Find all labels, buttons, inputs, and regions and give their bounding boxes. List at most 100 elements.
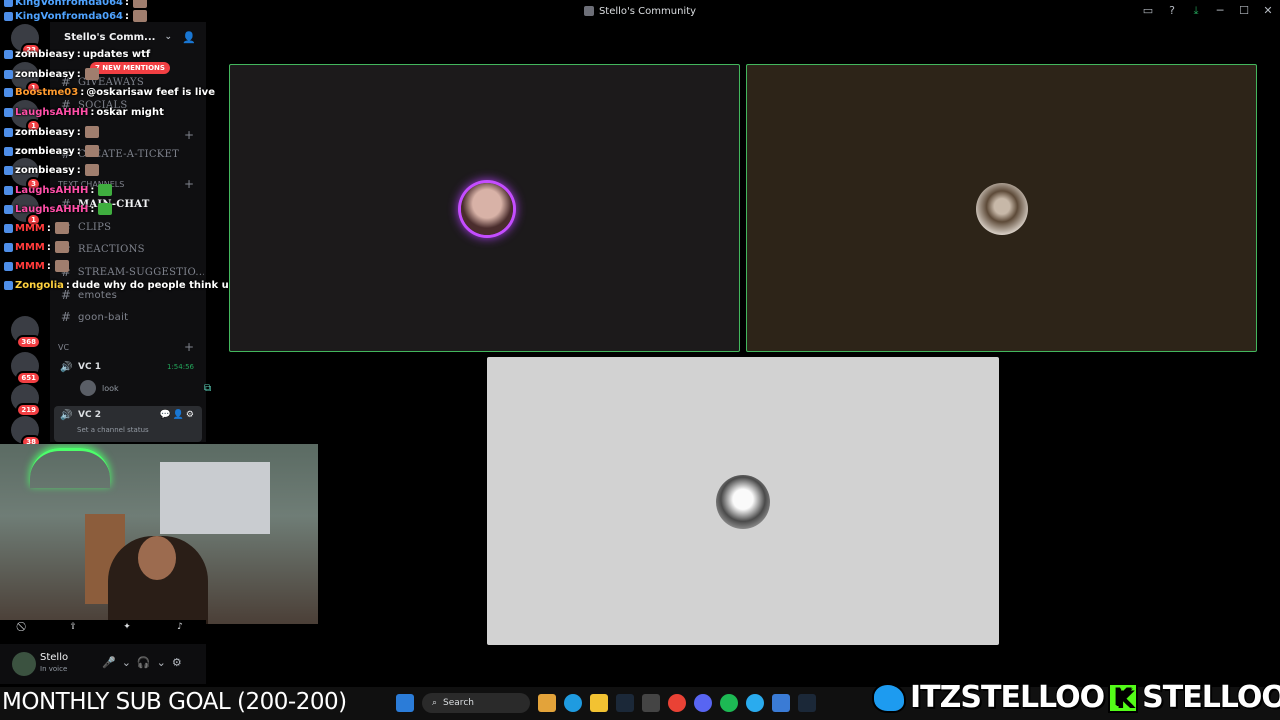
channel-tools[interactable]: 💬👤⚙: [160, 410, 196, 420]
chat-badge-icon: [4, 146, 13, 156]
user-name: Stello: [40, 652, 69, 663]
chat-username: zombieasy: [15, 49, 75, 60]
chat-separator: :: [76, 68, 81, 80]
chat-emote-icon: [54, 241, 69, 253]
discord-icon: [583, 6, 594, 16]
chat-separator: :: [90, 203, 95, 215]
chat-message: Boostme03 : @oskarisaw feef is live: [4, 87, 215, 98]
chat-separator: :: [46, 222, 51, 234]
chat-username: MMM: [15, 241, 45, 253]
windows-start-icon[interactable]: [396, 694, 414, 712]
server-icon[interactable]: 219: [11, 384, 41, 417]
chat-badge-icon: [4, 50, 13, 59]
window-controls: ▭ ? ⤓ ─ ☐ ✕: [1136, 0, 1280, 22]
chat-message: MMM :: [4, 241, 69, 253]
chat-message: LaughsAHHH :: [4, 184, 113, 196]
chat-badge-icon: [4, 69, 13, 79]
steam-icon[interactable]: [798, 694, 816, 712]
voice-tile[interactable]: [229, 64, 740, 352]
chat-badge-icon: [4, 261, 13, 271]
chat-separator: :: [46, 241, 51, 253]
chat-emote-icon: [133, 0, 147, 8]
search-input[interactable]: ⌕ Search: [422, 693, 530, 713]
inbox-icon[interactable]: ▭: [1136, 0, 1160, 22]
stream-chat-overlay: KingVonfromda064 : KingVonfromda064 : zo…: [0, 0, 269, 300]
chat-badge-icon: [4, 281, 13, 290]
chat-separator: :: [125, 0, 129, 8]
discord-taskbar-icon[interactable]: [694, 694, 712, 712]
chat-badge-icon: [4, 88, 13, 97]
audio-controls[interactable]: 🎤⌄🎧⌄⚙: [102, 656, 188, 669]
chat-badge-icon: [4, 108, 13, 117]
server-icon[interactable]: 651: [11, 352, 41, 385]
chat-message: zombieasy : updates wtf: [4, 49, 150, 60]
file-explorer-icon[interactable]: [590, 694, 608, 712]
taskbar-icons: ⌕ Search: [396, 693, 816, 713]
chat-username: LaughsAHHH: [15, 107, 89, 118]
close-button[interactable]: ✕: [1256, 0, 1280, 22]
chat-emote-icon: [84, 68, 99, 80]
voice-channel-vc1[interactable]: 🔊 VC 1 1:54:56: [54, 356, 202, 378]
chat-separator: :: [80, 87, 85, 98]
category-voice[interactable]: VC: [58, 343, 69, 352]
activities-icon[interactable]: ✦: [123, 622, 131, 632]
add-voice-channel-icon[interactable]: +: [184, 340, 194, 354]
user-status: In voice: [40, 665, 68, 673]
obs-icon[interactable]: [642, 694, 660, 712]
notepad-icon[interactable]: [772, 694, 790, 712]
avatar: [716, 475, 770, 529]
telegram-icon[interactable]: [746, 694, 764, 712]
app-root: Stello's Community ▭ ? ⤓ ─ ☐ ✕ 23 1 1 3 …: [0, 0, 1280, 720]
chat-separator: :: [76, 145, 81, 157]
chat-username: Boostme03: [15, 87, 79, 98]
webcam-overlay: [0, 444, 318, 624]
channel-goon-bait[interactable]: # goon-bait: [58, 307, 204, 327]
chat-badge-icon: [4, 165, 13, 175]
widget-icon[interactable]: [538, 694, 556, 712]
edge-icon[interactable]: [564, 694, 582, 712]
spotify-icon[interactable]: [720, 694, 738, 712]
chat-badge-icon: [4, 204, 13, 214]
chat-separator: :: [125, 10, 129, 22]
chat-emote-icon: [84, 164, 99, 176]
window-title-group: Stello's Community: [583, 6, 696, 17]
maximize-button[interactable]: ☐: [1232, 0, 1256, 22]
chat-separator: :: [65, 280, 70, 291]
socials-overlay: ITZSTELLOO K STELLOOO: [872, 679, 1280, 716]
chat-message: LaughsAHHH : oskar might: [4, 107, 164, 118]
chrome-icon[interactable]: [668, 694, 686, 712]
chat-message: zombieasy :: [4, 145, 99, 157]
streamer-head: [138, 536, 176, 580]
screen-share-icon: ⧉: [204, 382, 212, 394]
server-icon[interactable]: 38: [11, 416, 41, 449]
chat-username: zombieasy: [15, 126, 75, 138]
chat-emote-icon: [98, 203, 113, 215]
chat-separator: :: [46, 260, 51, 272]
avatar[interactable]: [12, 652, 36, 676]
chat-message: zombieasy :: [4, 68, 99, 80]
help-icon[interactable]: ?: [1160, 0, 1184, 22]
chat-text: oskar might: [96, 107, 164, 118]
channel-status[interactable]: Set a channel status: [77, 426, 149, 434]
voice-tile[interactable]: [487, 357, 999, 645]
chat-emote-icon: [84, 126, 99, 138]
download-icon[interactable]: ⤓: [1184, 0, 1208, 22]
chat-emote-icon: [54, 260, 69, 272]
projector-screen: [160, 462, 270, 534]
chat-username: zombieasy: [15, 68, 75, 80]
steam-icon[interactable]: [616, 694, 634, 712]
voice-controls: ⃠ ⇪ ✦ ♪: [0, 620, 206, 634]
search-icon: ⌕: [432, 698, 438, 708]
soundboard-icon[interactable]: ♪: [177, 622, 183, 632]
chat-username: MMM: [15, 222, 45, 234]
server-icon[interactable]: 368: [11, 316, 41, 349]
voice-member[interactable]: look ⧉: [80, 380, 211, 396]
voice-channel-vc2[interactable]: 🔊 VC 2 Set a channel status 💬👤⚙: [54, 406, 202, 442]
chat-username: LaughsAHHH: [15, 203, 89, 215]
minimize-button[interactable]: ─: [1208, 0, 1232, 22]
chat-message: MMM :: [4, 260, 69, 272]
chat-message: KingVonfromda064 :: [4, 0, 147, 8]
speaker-icon: 🔊: [60, 410, 73, 421]
voice-tile[interactable]: [746, 64, 1257, 352]
screen-share-button[interactable]: ⇪: [69, 622, 77, 632]
